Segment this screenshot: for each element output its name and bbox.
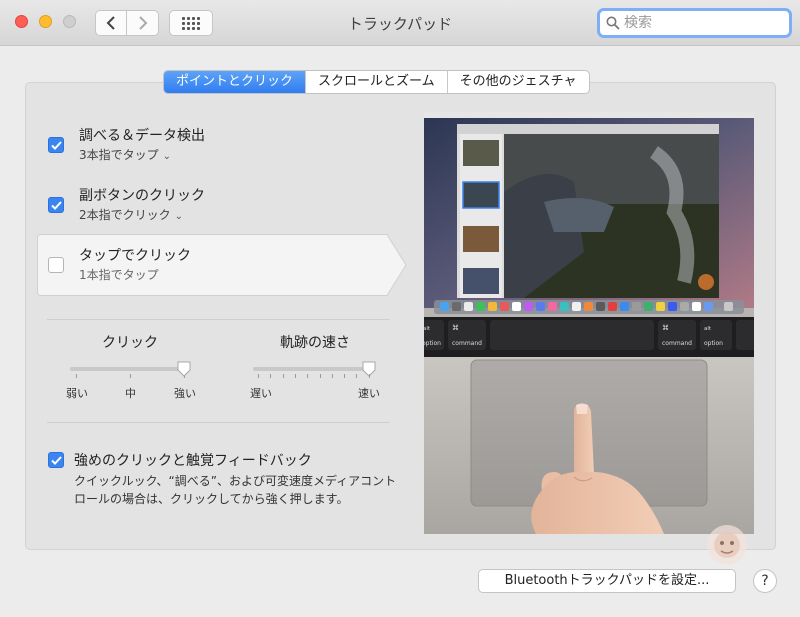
checkmark-icon [50,140,62,150]
secondary-click-checkbox[interactable] [48,197,64,213]
force-click-description: クイックルック、“調べる”、および可変速度メディアコントロールの場合は、クリック… [74,474,397,506]
tap-to-click-gesture: 1本指でタップ [79,268,159,282]
chevron-down-icon: ⌄ [174,211,184,222]
slider-tick [356,374,358,378]
help-button[interactable]: ? [753,569,777,593]
click-slider-track[interactable] [70,367,190,371]
tab-more-gestures[interactable]: その他のジェスチャ [446,71,589,93]
speed-min-label: 遅い [250,387,272,400]
slider-tick [294,374,296,378]
tap-to-click-checkbox[interactable] [48,257,64,273]
tracking-speed-label: 軌跡の速さ [280,335,350,351]
key-label-command-left: command [452,340,482,347]
click-min-label: 弱い [66,387,88,400]
click-slider-thumb[interactable] [177,361,191,377]
checkmark-icon [50,455,62,465]
search-field[interactable] [597,8,792,38]
option-tap-to-click: タップでクリック 1本指でタップ [48,248,378,288]
search-icon [606,16,620,30]
force-click-checkbox[interactable] [48,452,64,468]
slider-tick [368,374,370,378]
slider-tick [258,374,259,378]
lookup-gesture-value: 3本指でタップ [79,148,159,162]
option-lookup: 調べる＆データ検出 3本指でタップ ⌄ [48,128,378,168]
search-input[interactable] [624,15,774,31]
slider-tick [307,374,309,378]
key-label-cmd-right: ⌘ [662,324,669,332]
menu-bar [424,112,754,118]
setup-bluetooth-trackpad-button[interactable]: Bluetoothトラックパッドを設定... [478,569,736,593]
lookup-label: 調べる＆データ検出 [79,128,205,144]
chevron-down-icon: ⌄ [162,151,172,162]
monkey-logo-icon [707,525,747,565]
tab-scroll-and-zoom[interactable]: スクロールとズーム [305,71,447,93]
lookup-gesture-menu[interactable]: 3本指でタップ ⌄ [79,146,171,163]
slider-tick [76,374,77,378]
option-secondary-click: 副ボタンのクリック 2本指でクリック ⌄ [48,188,378,228]
tracking-speed-track[interactable] [253,367,375,371]
titlebar: トラックパッド [0,0,800,46]
slider-tick [319,374,321,378]
secondary-click-gesture-value: 2本指でクリック [79,208,171,222]
key-label-option-left: option [424,340,441,347]
slider-tick [344,374,346,378]
tab-bar: ポイントとクリック スクロールとズーム その他のジェスチャ [163,70,590,94]
key-label-alt-left: alt [424,326,431,332]
slider-tick [331,374,333,378]
slider-tick [130,374,131,378]
divider [47,422,390,423]
key-label-alt-right: alt [704,326,712,332]
checkmark-icon [50,200,62,210]
tap-to-click-label: タップでクリック [79,248,191,264]
speed-max-label: 速い [358,387,380,400]
click-mid-label: 中 [125,387,136,400]
secondary-click-gesture-menu[interactable]: 2本指でクリック ⌄ [79,206,183,223]
slider-tick [270,374,272,378]
tab-point-and-click[interactable]: ポイントとクリック [164,71,306,93]
key-label-cmd-left: ⌘ [452,324,459,332]
index-finger [574,404,594,474]
click-slider-label: クリック [102,335,158,351]
secondary-click-label: 副ボタンのクリック [79,188,205,204]
key-label-command-right: command [662,340,692,347]
click-max-label: 強い [174,387,196,400]
gesture-preview-image: alt option ⌘ command ⌘ command alt optio… [424,112,754,534]
lookup-checkbox[interactable] [48,137,64,153]
key-label-option-right: option [704,340,723,347]
macbook-trackpad-illustration: alt option ⌘ command ⌘ command alt optio… [424,112,754,534]
spacebar [490,320,654,350]
trackpad-preferences-window: トラックパッド ポイントとクリック スクロールとズーム その他のジェスチャ 調べ… [0,0,800,617]
slider-tick [282,374,284,378]
divider [47,319,390,320]
force-click-label: 強めのクリックと触覚フィードバック [74,453,312,469]
